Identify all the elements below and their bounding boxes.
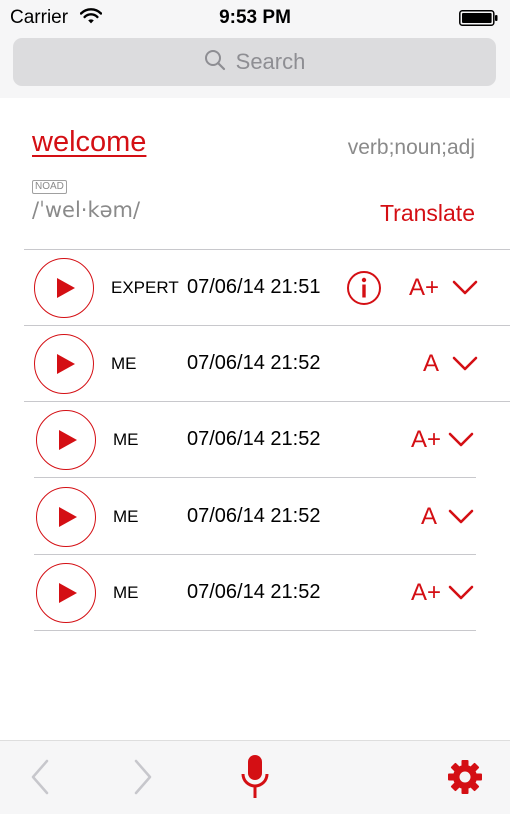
play-icon [59,583,77,603]
search-placeholder: Search [235,49,306,74]
back-icon[interactable] [30,759,50,800]
settings-icon[interactable] [447,759,483,800]
chevron-down-icon[interactable] [448,585,474,606]
parts-of-speech: verb;noun;adj [347,136,475,159]
play-icon [57,278,75,298]
play-button[interactable] [34,258,94,318]
chevron-down-icon[interactable] [452,356,478,377]
recording-row: EXPERT 07/06/14 21:51 A+ [24,250,510,326]
play-button[interactable] [36,410,96,470]
info-icon[interactable] [346,270,382,311]
search-bar: Search [0,36,510,98]
recording-row: ME 07/06/14 21:52 A+ [34,402,476,478]
recording-row: ME 07/06/14 21:52 A+ [34,555,476,631]
play-button[interactable] [36,487,96,547]
chevron-down-icon[interactable] [452,280,478,301]
chevron-down-icon[interactable] [448,509,474,530]
recording-row: ME 07/06/14 21:52 A [34,479,476,555]
search-input[interactable]: Search [13,38,496,86]
word-title[interactable]: welcome [32,126,146,159]
recording-date: 07/06/14 21:52 [187,352,321,374]
recording-date: 07/06/14 21:52 [187,581,321,603]
recording-date: 07/06/14 21:51 [187,276,321,298]
microphone-icon[interactable] [238,753,272,806]
forward-icon[interactable] [133,759,153,800]
grade-label[interactable]: A [423,350,439,378]
recording-date: 07/06/14 21:52 [187,505,321,527]
play-button[interactable] [34,334,94,394]
search-icon [204,49,226,76]
grade-label[interactable]: A [421,503,437,531]
row-divider [34,477,476,478]
status-time: 9:53 PM [219,7,291,28]
recording-date: 07/06/14 21:52 [187,428,321,450]
row-divider [34,630,476,631]
grade-label[interactable]: A+ [409,274,439,302]
status-bar: Carrier 9:53 PM [0,0,510,36]
play-icon [57,354,75,374]
grade-label[interactable]: A+ [411,579,441,607]
play-button[interactable] [36,563,96,623]
grade-label[interactable]: A+ [411,426,441,454]
bottom-toolbar [0,740,510,814]
recording-speaker: ME [113,507,139,526]
play-icon [59,507,77,527]
translate-button[interactable]: Translate [380,200,475,227]
chevron-down-icon[interactable] [448,432,474,453]
recording-speaker: EXPERT [111,278,179,297]
battery-icon [459,10,499,31]
play-icon [59,430,77,450]
dictionary-badge: NOAD [32,180,67,194]
recording-speaker: ME [113,583,139,602]
pronunciation: /ˈwel·kəm/ [32,198,141,222]
recording-speaker: ME [111,354,137,373]
recording-row: ME 07/06/14 21:52 A [24,326,510,402]
recording-speaker: ME [113,430,139,449]
